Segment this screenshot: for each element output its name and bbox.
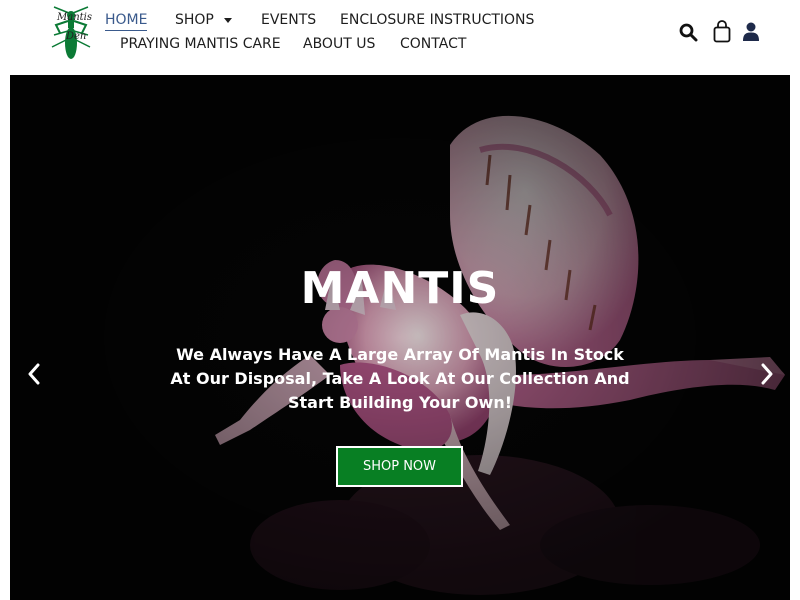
- nav-home[interactable]: HOME: [105, 12, 148, 31]
- chevron-left-icon[interactable]: [27, 363, 41, 385]
- hero-slider: MANTIS We Always Have A Large Array Of M…: [10, 75, 790, 600]
- hero-subtitle: We Always Have A Large Array Of Mantis I…: [170, 345, 630, 412]
- nav-events[interactable]: EVENTS: [261, 12, 316, 28]
- chevron-right-icon[interactable]: [760, 363, 774, 385]
- cart-icon[interactable]: [713, 20, 731, 43]
- user-icon[interactable]: [742, 22, 760, 41]
- nav-enclosure-instructions[interactable]: ENCLOSURE INSTRUCTIONS: [340, 12, 534, 28]
- search-icon[interactable]: [679, 23, 698, 42]
- nav-shop-label: SHOP: [175, 12, 214, 28]
- shop-now-button[interactable]: SHOP NOW: [336, 446, 463, 487]
- hero-image: [10, 75, 790, 600]
- site-header: Mantis Den HOME SHOP EVENTS ENCLOSURE IN…: [0, 0, 800, 75]
- chevron-down-icon: [223, 17, 232, 23]
- hero-title: MANTIS: [300, 263, 500, 314]
- mantis-logo[interactable]: Mantis Den: [40, 5, 102, 61]
- nav-about-us[interactable]: ABOUT US: [303, 36, 375, 52]
- nav-contact[interactable]: CONTACT: [400, 36, 466, 52]
- svg-text:Den: Den: [65, 31, 86, 42]
- svg-text:Mantis: Mantis: [56, 12, 92, 23]
- nav-praying-mantis-care[interactable]: PRAYING MANTIS CARE: [120, 36, 281, 52]
- nav-shop[interactable]: SHOP: [175, 12, 232, 28]
